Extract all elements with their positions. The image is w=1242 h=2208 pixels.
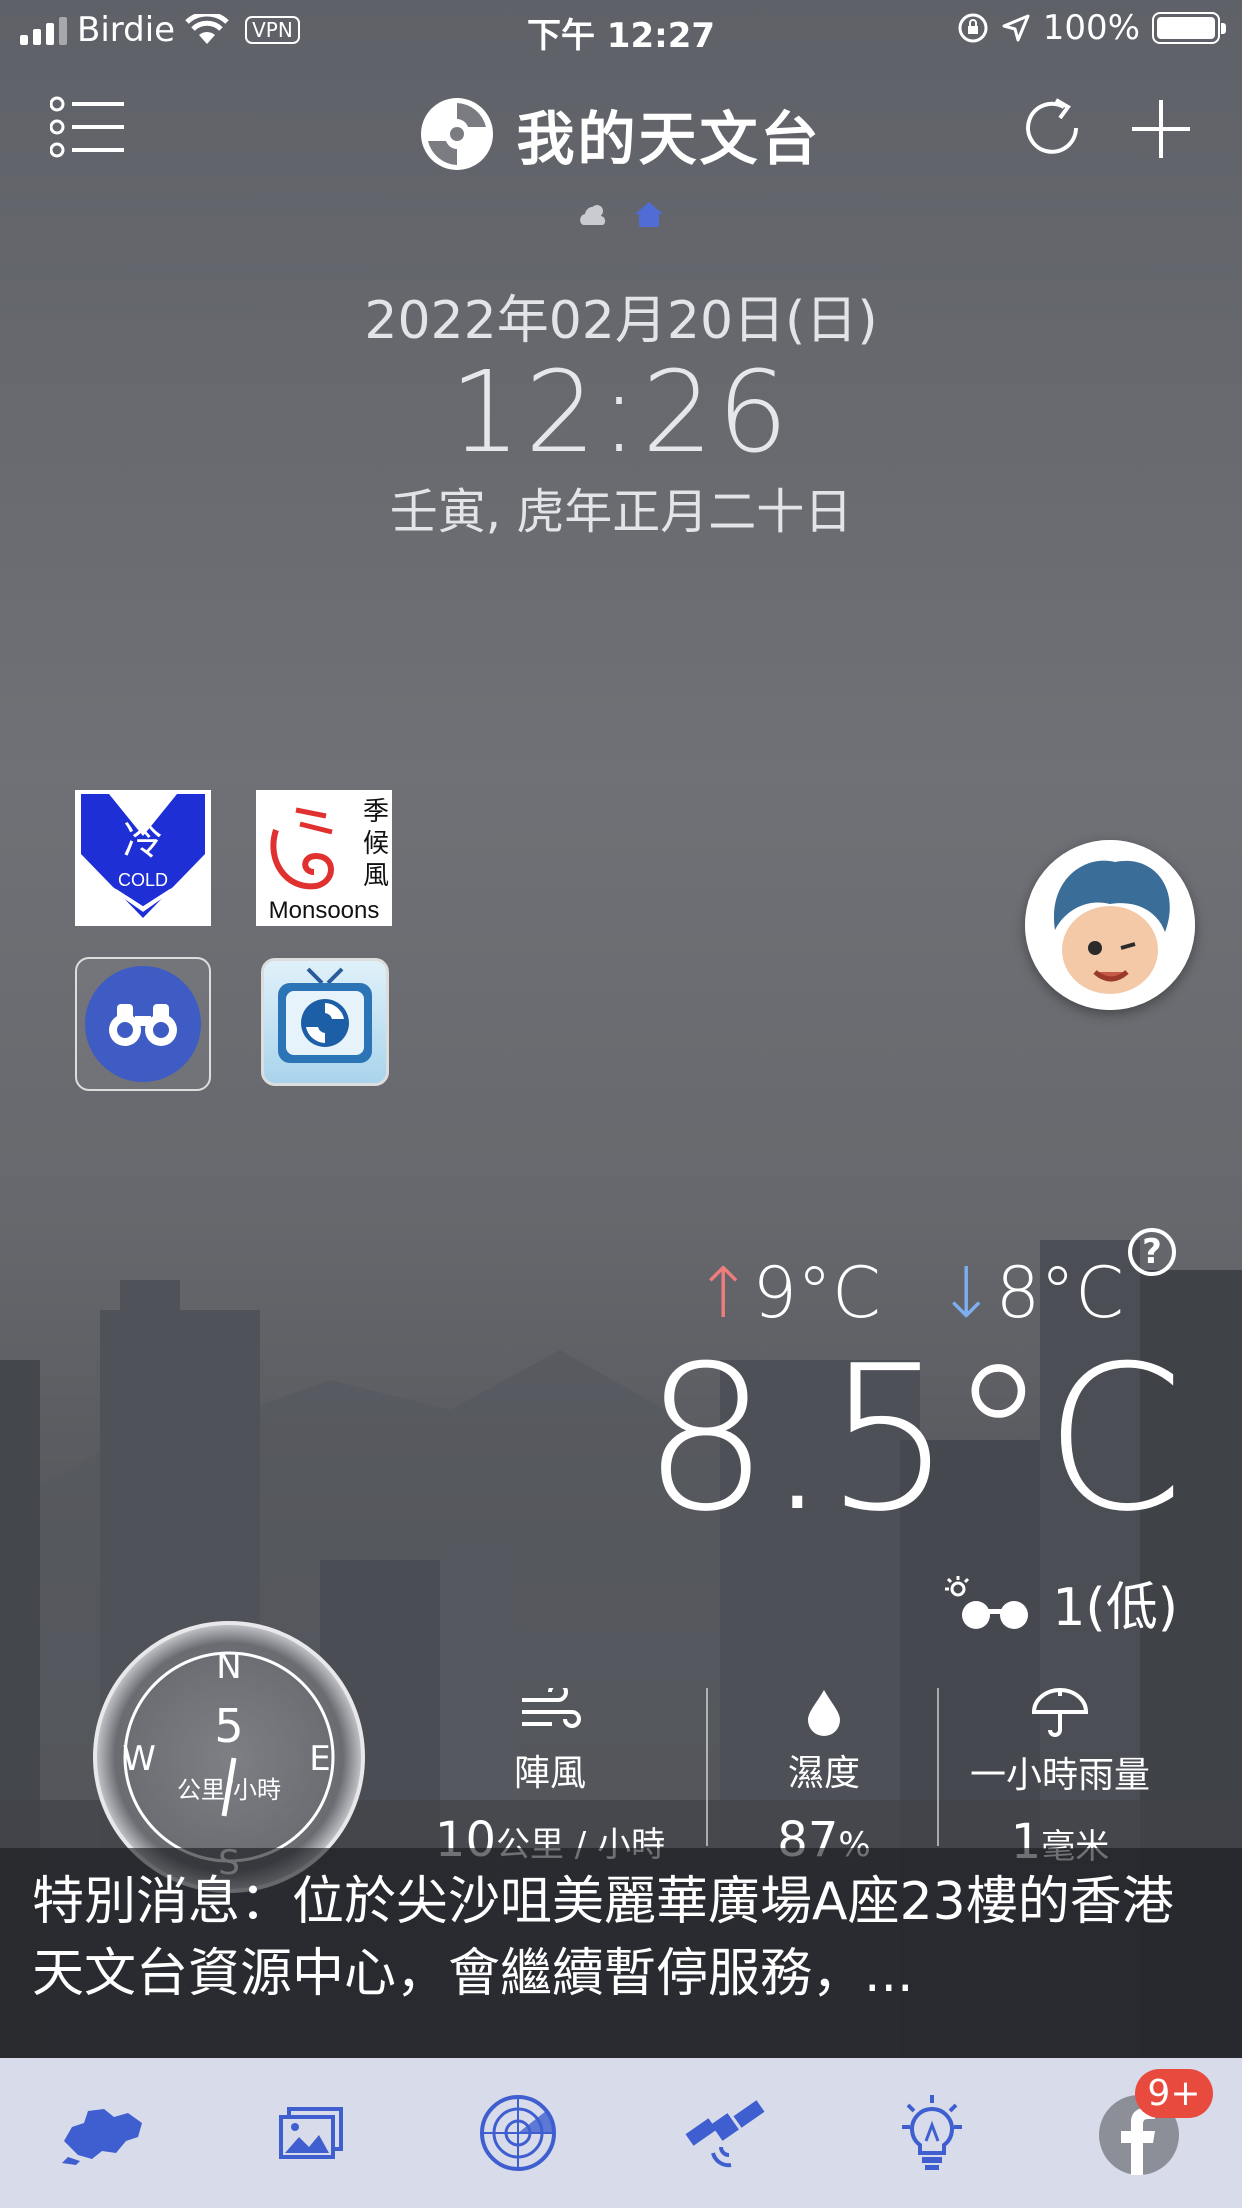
tab-satellite[interactable] bbox=[665, 2073, 785, 2193]
observatory-tv-icon[interactable] bbox=[261, 958, 389, 1086]
compass-e: E bbox=[309, 1739, 330, 1779]
hong-kong-map-icon bbox=[61, 2109, 142, 2165]
location-icon bbox=[1002, 14, 1030, 42]
min-temp: ↓8°C bbox=[936, 1252, 1124, 1334]
max-temp: ↑9°C bbox=[693, 1252, 881, 1334]
battery-icon bbox=[1152, 12, 1226, 44]
current-time: 12:26 bbox=[449, 348, 793, 478]
radar-icon bbox=[479, 2095, 556, 2171]
uv-index: 1(低) bbox=[944, 1565, 1178, 1640]
rainfall-stat: 一小時雨量 1毫米 bbox=[950, 1688, 1170, 1870]
cold-weather-warning-icon[interactable]: 冷 COLD bbox=[75, 790, 211, 926]
umbrella-icon bbox=[1031, 1688, 1089, 1737]
wind-speed: 5 bbox=[214, 1699, 243, 1753]
tab-radar[interactable] bbox=[458, 2073, 578, 2193]
tab-facebook[interactable]: 9+ bbox=[1079, 2069, 1213, 2193]
photo-gallery-icon bbox=[278, 2107, 343, 2159]
divider bbox=[706, 1688, 708, 1846]
gust-stat: 陣風 10公里 / 小時 bbox=[420, 1682, 680, 1868]
special-message-banner[interactable]: 特別消息：位於尖沙咀美麗華廣場A座23樓的香港天文台資源中心，會繼續暫停服務，.… bbox=[0, 1848, 1242, 2058]
notification-badge: 9+ bbox=[1135, 2069, 1213, 2118]
svg-text:季: 季 bbox=[363, 797, 389, 827]
tab-tips[interactable] bbox=[872, 2073, 992, 2193]
tab-bar: 9+ bbox=[0, 2058, 1242, 2208]
page-title: 我的天文台 bbox=[516, 105, 822, 173]
help-button[interactable]: ? bbox=[1128, 1228, 1176, 1276]
wind-icon bbox=[522, 1682, 581, 1728]
monsoon-signal-icon[interactable]: 季 候 風 Monsoons bbox=[256, 790, 392, 926]
sunglasses-icon bbox=[945, 1575, 1029, 1629]
current-date: 2022年02月20日(日) bbox=[364, 291, 878, 351]
arrow-up-icon: ↑ bbox=[693, 1252, 753, 1334]
page-indicator[interactable] bbox=[0, 200, 1242, 228]
svg-text:候: 候 bbox=[363, 829, 389, 859]
cold-warning-char: 冷 bbox=[123, 818, 163, 864]
svg-text:風: 風 bbox=[363, 861, 389, 891]
uv-value: 1(低) bbox=[1052, 1578, 1178, 1638]
add-location-button[interactable] bbox=[1128, 96, 1194, 162]
lightbulb-icon bbox=[901, 2095, 962, 2170]
header: 我的天文台 bbox=[0, 82, 1242, 173]
humidity-stat: 濕度 87% bbox=[726, 1688, 922, 1868]
gust-label: 陣風 bbox=[513, 1753, 586, 1794]
cold-warning-label: COLD bbox=[118, 870, 168, 890]
rainfall-label: 一小時雨量 bbox=[969, 1755, 1150, 1796]
refresh-button[interactable] bbox=[1020, 96, 1084, 160]
binoculars-icon[interactable] bbox=[75, 957, 211, 1091]
divider bbox=[937, 1688, 939, 1846]
rotation-lock-icon bbox=[958, 13, 988, 43]
arrow-down-icon: ↓ bbox=[936, 1252, 996, 1334]
current-temperature: 8.5°C bbox=[642, 1323, 1184, 1556]
mascot-avatar-button[interactable] bbox=[1025, 840, 1195, 1010]
status-bar: Birdie VPN 下午 12:27 100% bbox=[0, 0, 1242, 62]
satellite-icon bbox=[685, 2100, 764, 2168]
observatory-logo-icon bbox=[421, 98, 494, 170]
compass-n: N bbox=[216, 1647, 241, 1687]
temp-range: ↑9°C ↓8°C bbox=[694, 1252, 1124, 1334]
humidity-label: 濕度 bbox=[787, 1753, 860, 1794]
water-drop-icon bbox=[808, 1690, 840, 1736]
wind-unit: 公里/小時 bbox=[177, 1776, 281, 1804]
lunar-date: 壬寅, 虎年正月二十日 bbox=[389, 484, 853, 540]
battery-percent: 100% bbox=[1042, 8, 1140, 48]
tab-hong-kong-map[interactable] bbox=[44, 2073, 164, 2193]
home-page-icon[interactable] bbox=[633, 200, 665, 228]
weather-page-icon[interactable] bbox=[577, 201, 611, 227]
monsoon-label: Monsoons bbox=[269, 897, 380, 924]
tab-photos[interactable] bbox=[251, 2073, 371, 2193]
compass-w: W bbox=[122, 1739, 156, 1779]
